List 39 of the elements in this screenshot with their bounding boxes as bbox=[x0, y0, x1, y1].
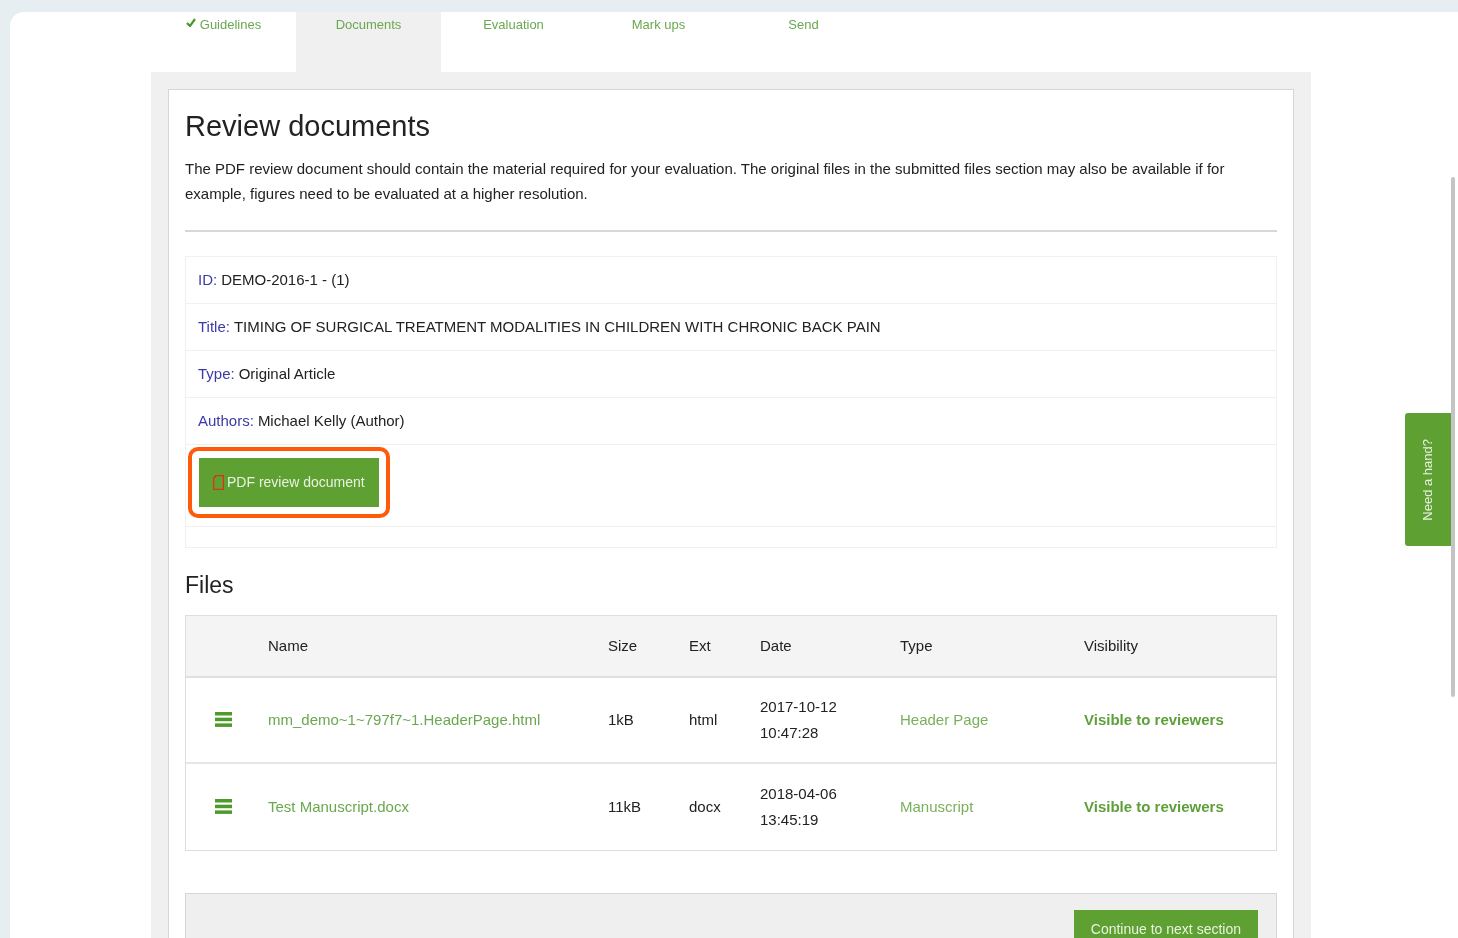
file-date: 2017-10-12 bbox=[760, 696, 838, 717]
file-link[interactable]: mm_demo~1~797f7~1.HeaderPage.html bbox=[268, 710, 541, 728]
menu-icon[interactable] bbox=[215, 799, 232, 815]
detail-label: Title: bbox=[198, 317, 230, 337]
detail-value: DEMO-2016-1 - (1) bbox=[221, 270, 350, 290]
document-icon bbox=[213, 475, 224, 491]
section-heading: Files bbox=[185, 571, 235, 601]
detail-label: Type: bbox=[198, 364, 235, 384]
detail-value: Original Article bbox=[238, 364, 336, 384]
column-header: Size bbox=[608, 636, 638, 654]
file-ext: html bbox=[689, 710, 718, 728]
file-type: Header Page bbox=[900, 710, 989, 728]
file-link[interactable]: Test Manuscript.docx bbox=[268, 797, 409, 815]
detail-label: ID: bbox=[198, 270, 218, 290]
column-header: Date bbox=[760, 636, 792, 654]
detail-value: Michael Kelly (Author) bbox=[257, 411, 405, 431]
detail-label: Authors: bbox=[198, 411, 254, 431]
menu-icon[interactable] bbox=[215, 712, 232, 728]
column-header: Ext bbox=[689, 636, 711, 654]
continue-button[interactable]: Continue to next section bbox=[1073, 909, 1258, 938]
file-time: 10:47:28 bbox=[760, 722, 820, 743]
file-date: 2018-04-06 bbox=[760, 783, 838, 804]
file-type: Manuscript bbox=[900, 797, 974, 815]
visibility-status: Visible to reviewers bbox=[1084, 710, 1224, 728]
column-header: Visibility bbox=[1084, 636, 1138, 654]
column-header: Name bbox=[268, 636, 308, 654]
file-time: 13:45:19 bbox=[760, 809, 820, 830]
page-heading: Review documents bbox=[185, 109, 431, 144]
column-header: Type bbox=[900, 636, 933, 654]
scrollbar[interactable] bbox=[1451, 177, 1455, 697]
intro-text: The PDF review document should contain the material required for your evaluation. The original files in the submitted files section may also be available if for example, figures need to be evaluated at a higher resolution. bbox=[185, 159, 1226, 205]
file-size: 1kB bbox=[608, 710, 634, 728]
detail-value: TIMING OF SURGICAL TREATMENT MODALITIES IN CHILDREN WITH CHRONIC BACK PAIN bbox=[233, 317, 881, 337]
file-size: 11kB bbox=[608, 797, 642, 815]
file-ext: docx bbox=[689, 797, 721, 815]
pdf-button[interactable]: PDF review document bbox=[199, 458, 379, 508]
step-tab[interactable]: Documents bbox=[296, 12, 441, 72]
help-tab[interactable]: Need a hand? bbox=[1405, 413, 1451, 546]
visibility-status: Visible to reviewers bbox=[1084, 797, 1224, 815]
